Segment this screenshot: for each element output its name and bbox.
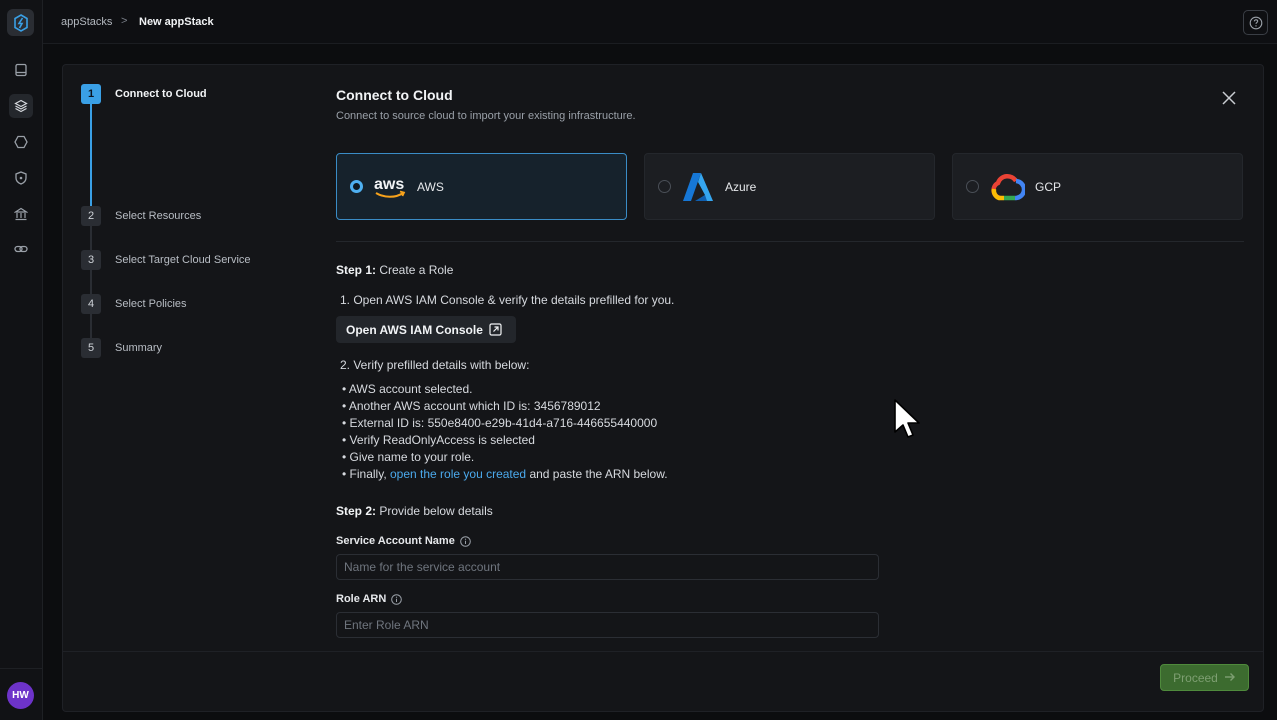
bullet-text: AWS account selected. [348,382,473,396]
left-rail: HW [0,0,43,720]
arrow-right-icon [1224,671,1236,685]
breadcrumb-separator: > [121,15,128,27]
step-number: 5 [81,338,101,358]
service-account-name-input[interactable] [336,554,879,580]
bullet-text: Verify ReadOnlyAccess is selected [349,433,535,447]
gcp-logo-icon [989,169,1025,205]
link-icon[interactable] [9,237,33,261]
stepper-line [90,314,92,338]
cloud-option-aws[interactable]: aws AWS [336,153,627,220]
list-item: • Finally, open the role you created and… [342,467,668,481]
label-text: Role ARN [336,593,387,605]
dashboard-icon[interactable] [9,58,33,82]
info-icon[interactable] [391,593,403,605]
top-bar: appStacks > New appStack [43,0,1277,44]
step1-item2: 2. Verify prefilled details with below: [340,358,530,372]
azure-logo-icon [681,169,715,205]
avatar[interactable]: HW [7,682,34,709]
button-label: Open AWS IAM Console [346,322,483,337]
page-subtitle: Connect to source cloud to import your e… [336,110,636,122]
aws-logo-text: aws [374,176,404,193]
label-text: Service Account Name [336,535,455,547]
bullet-text: External ID is: 550e8400-e29b-41d4-a716-… [349,416,658,430]
aws-logo-icon: aws [373,169,407,205]
list-item: • Give name to your role. [342,450,475,464]
step-number: 4 [81,294,101,314]
app-logo-icon[interactable] [7,9,34,36]
stepper-line [90,270,92,294]
step2-heading-bold: Step 2: [336,504,377,518]
radio-unselected-icon[interactable] [966,180,979,193]
list-item: • External ID is: 550e8400-e29b-41d4-a71… [342,416,658,430]
step-label: Connect to Cloud [115,88,207,100]
external-link-icon [489,323,502,336]
step1-item1: 1. Open AWS IAM Console & verify the det… [340,293,675,307]
stepper-line-active [90,104,92,206]
bullet-text: Another AWS account which ID is: 3456789… [348,399,601,413]
step-label: Summary [115,342,163,354]
cloud-name: AWS [417,179,444,194]
info-icon[interactable] [460,535,471,547]
radio-unselected-icon[interactable] [658,180,671,193]
role-arn-input[interactable] [336,612,879,638]
hexagon-icon[interactable] [9,130,33,154]
cloud-option-azure[interactable]: Azure [644,153,935,220]
stepper-line [90,226,92,250]
list-item: • Another AWS account which ID is: 34567… [342,399,601,413]
bullet-text: and paste the ARN below. [526,467,668,481]
step2-heading: Step 2: Provide below details [336,504,493,518]
cloud-name: GCP [1035,179,1062,194]
step-number: 3 [81,250,101,270]
step-number: 1 [81,84,101,104]
list-item: • AWS account selected. [342,382,473,396]
list-item: • Verify ReadOnlyAccess is selected [342,433,535,447]
shield-icon[interactable] [9,166,33,190]
page-title: Connect to Cloud [336,87,453,103]
layers-icon[interactable] [9,94,33,118]
step-label: Select Policies [115,298,187,310]
step-summary[interactable]: 5 Summary [81,338,162,358]
breadcrumb-current: New appStack [139,16,214,28]
service-account-name-label: Service Account Name [336,535,471,547]
bullet-text: Give name to your role. [349,450,475,464]
step2-heading-text: Provide below details [376,504,493,518]
role-arn-label: Role ARN [336,593,403,605]
footer-divider [62,651,1264,652]
section-divider [336,241,1244,242]
breadcrumb-root[interactable]: appStacks [61,16,112,28]
step-number: 2 [81,206,101,226]
cloud-option-gcp[interactable]: GCP [952,153,1243,220]
cloud-name: Azure [725,179,757,194]
bullet-text: Finally, [349,467,390,481]
close-icon[interactable] [1219,88,1239,108]
step-label: Select Resources [115,210,202,222]
open-aws-iam-console-button[interactable]: Open AWS IAM Console [336,316,516,343]
step-select-resources[interactable]: 2 Select Resources [81,206,201,226]
step1-heading: Step 1: Create a Role [336,263,453,277]
step-connect-to-cloud[interactable]: 1 Connect to Cloud [81,84,207,104]
step-select-target-cloud-service[interactable]: 3 Select Target Cloud Service [81,250,251,270]
step-select-policies[interactable]: 4 Select Policies [81,294,187,314]
open-role-link[interactable]: open the role you created [390,467,526,481]
proceed-button[interactable]: Proceed [1160,664,1249,691]
help-icon[interactable] [1243,10,1268,35]
rail-divider [0,668,43,669]
app-root: HW appStacks > New appStack 1 Connect to… [0,0,1277,720]
step1-heading-text: Create a Role [376,263,454,277]
step1-heading-bold: Step 1: [336,263,377,277]
bank-icon[interactable] [9,202,33,226]
radio-selected-icon[interactable] [350,180,363,193]
button-label: Proceed [1173,670,1218,685]
step-label: Select Target Cloud Service [115,254,251,266]
